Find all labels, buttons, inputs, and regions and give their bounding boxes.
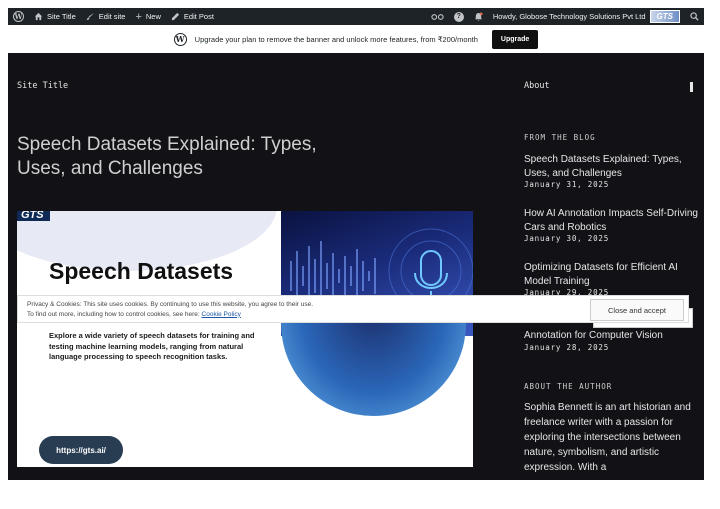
cookie-text: Privacy & Cookies: This site uses cookie…: [27, 301, 314, 308]
admin-bar: W Site Title Edit site + New Edit Post ?…: [8, 8, 704, 25]
new-label: New: [145, 12, 161, 21]
edit-site-label: Edit site: [98, 12, 126, 21]
cookie-text-prefix: To find out more, including how to contr…: [27, 310, 202, 318]
site-content: Site Title About Speech Datasets Explain…: [8, 53, 704, 480]
cookie-text-2: To find out more, including how to contr…: [27, 310, 313, 320]
upgrade-banner: W Upgrade your plan to remove the banner…: [8, 25, 704, 53]
cookie-policy-link[interactable]: Cookie Policy: [202, 311, 241, 318]
sidebar-post-link[interactable]: Optimizing Datasets for Efficient AI Mod…: [524, 261, 699, 297]
url-pill: https://gts.ai/: [39, 436, 123, 464]
featured-description: Explore a wide variety of speech dataset…: [49, 331, 255, 361]
site-title-label: Site Title: [47, 12, 76, 21]
wordpress-menu[interactable]: W: [8, 8, 29, 25]
reader-icon: [431, 13, 444, 20]
sidebar-post-title: How AI Annotation Impacts Self-Driving C…: [524, 208, 698, 233]
sidebar-post-date: January 31, 2025: [524, 180, 610, 189]
author-bio: Sophia Bennett is an art historian and f…: [524, 402, 691, 473]
pencil-icon: [171, 12, 180, 21]
featured-image: GTS Speech Datasets Explore a wide varie…: [17, 211, 473, 467]
nav-about[interactable]: About: [524, 81, 550, 91]
new-menu[interactable]: + New: [130, 8, 165, 25]
upgrade-button[interactable]: Upgrade: [491, 29, 539, 49]
search-icon: [690, 12, 699, 21]
search-button[interactable]: [685, 8, 704, 25]
sidebar-post-link[interactable]: Speech Datasets Explained: Types, Uses, …: [524, 153, 699, 189]
sidebar-post-link[interactable]: How AI Annotation Impacts Self-Driving C…: [524, 207, 699, 243]
home-icon: [34, 12, 43, 21]
help-button[interactable]: ?: [449, 8, 469, 25]
close-and-accept-button[interactable]: Close and accept: [590, 299, 684, 321]
cookie-banner: Privacy & Cookies: This site uses cookie…: [17, 295, 689, 323]
avatar: GTS: [649, 10, 680, 23]
notifications-button[interactable]: [469, 8, 488, 25]
account-menu[interactable]: Howdy, Globose Technology Solutions Pvt …: [488, 8, 685, 25]
post-title: Speech Datasets Explained: Types, Uses, …: [17, 134, 317, 179]
about-author-heading: ABOUT THE AUTHOR: [524, 382, 613, 391]
edit-post-menu[interactable]: Edit Post: [166, 8, 219, 25]
sidebar-post-title: Annotation for Computer Vision: [524, 330, 663, 341]
help-icon: ?: [453, 11, 464, 22]
brush-icon: [86, 12, 94, 21]
reader-button[interactable]: [426, 8, 449, 25]
sidebar-post-date: January 28, 2025: [524, 342, 610, 352]
edit-site-menu[interactable]: Edit site: [81, 8, 131, 25]
howdy-label: Howdy, Globose Technology Solutions Pvt …: [492, 12, 646, 21]
sidebar-post-link[interactable]: Annotation for Computer Vision January 2…: [524, 329, 699, 352]
from-blog-heading: FROM THE BLOG: [524, 133, 596, 142]
gts-logo: GTS: [17, 211, 50, 221]
upgrade-text: Upgrade your plan to remove the banner a…: [194, 34, 478, 44]
plus-icon: +: [135, 10, 142, 23]
sidebar-post-title: Optimizing Datasets for Efficient AI Mod…: [524, 262, 678, 287]
sidebar-post-title: Speech Datasets Explained: Types, Uses, …: [524, 154, 682, 179]
wordpress-icon: W: [173, 32, 187, 46]
menu-toggle-icon[interactable]: [690, 82, 693, 92]
notifications-icon: [474, 12, 483, 21]
edit-post-label: Edit Post: [183, 12, 214, 21]
site-title-menu[interactable]: Site Title: [29, 8, 81, 25]
wordpress-icon: W: [13, 11, 24, 22]
featured-heading: Speech Datasets: [49, 258, 234, 284]
site-title-link[interactable]: Site Title: [17, 81, 68, 91]
sidebar-post-date: January 30, 2025: [524, 234, 610, 243]
